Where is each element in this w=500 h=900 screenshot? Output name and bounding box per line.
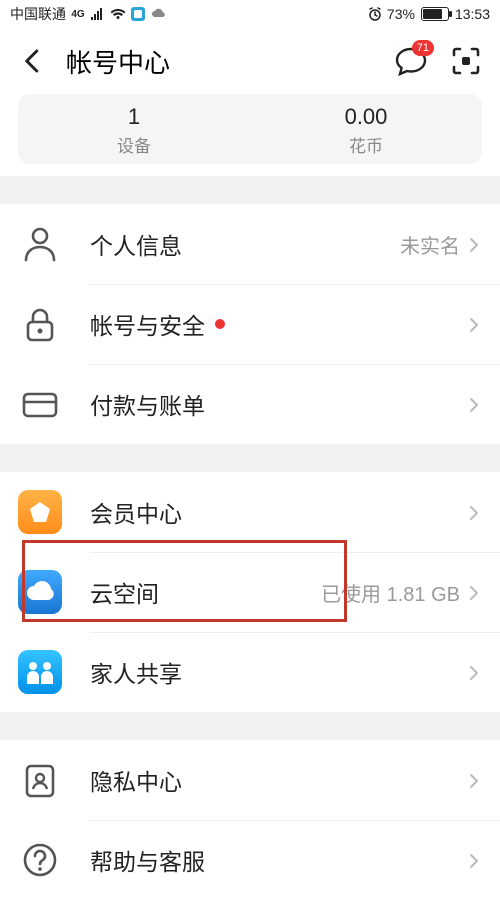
row-help-service[interactable]: 帮助与客服 bbox=[0, 820, 500, 900]
stat-devices-label: 设备 bbox=[18, 132, 250, 157]
chevron-right-icon bbox=[466, 664, 482, 680]
wifi-icon bbox=[110, 6, 126, 22]
list-section-services: 会员中心 云空间 已使用 1.81 GB 家人共享 bbox=[0, 472, 500, 712]
chevron-right-icon bbox=[466, 504, 482, 520]
row-family-share[interactable]: 家人共享 bbox=[0, 632, 500, 712]
row-payment-bills[interactable]: 付款与账单 bbox=[0, 364, 500, 444]
lock-icon bbox=[18, 302, 62, 346]
help-icon bbox=[18, 838, 62, 882]
chevron-right-icon bbox=[466, 396, 482, 412]
row-label: 家人共享 bbox=[90, 655, 182, 689]
row-label: 帐号与安全 bbox=[90, 307, 205, 341]
chevron-right-icon bbox=[466, 316, 482, 332]
row-label: 会员中心 bbox=[90, 495, 182, 529]
stat-devices[interactable]: 1 设备 bbox=[18, 94, 250, 164]
network-4g-icon: 4G bbox=[70, 6, 86, 22]
row-member-center[interactable]: 会员中心 bbox=[0, 472, 500, 552]
clock-label: 13:53 bbox=[455, 6, 490, 22]
stat-coins-value: 0.00 bbox=[250, 104, 482, 130]
stat-coins[interactable]: 0.00 花币 bbox=[250, 94, 482, 164]
alarm-icon bbox=[367, 6, 383, 22]
privacy-icon bbox=[18, 758, 62, 802]
signal-icon bbox=[90, 6, 106, 22]
app-tile-icon bbox=[130, 6, 146, 22]
row-label: 付款与账单 bbox=[90, 387, 205, 421]
list-section-account: 个人信息 未实名 帐号与安全 付款与账单 bbox=[0, 204, 500, 444]
battery-icon bbox=[421, 7, 449, 21]
stat-coins-label: 花币 bbox=[250, 132, 482, 157]
scan-button[interactable] bbox=[450, 45, 482, 77]
row-cloud-space[interactable]: 云空间 已使用 1.81 GB bbox=[0, 552, 500, 632]
carrier-label: 中国联通 bbox=[10, 4, 66, 24]
messages-button[interactable]: 71 bbox=[394, 44, 428, 78]
stats-panel: 1 设备 0.00 花币 bbox=[18, 94, 482, 164]
row-right-text: 已使用 1.81 GB bbox=[321, 578, 460, 607]
battery-pct-label: 73% bbox=[387, 6, 415, 22]
row-label: 个人信息 bbox=[90, 227, 182, 261]
cloud-sync-icon bbox=[150, 6, 166, 22]
row-label: 隐私中心 bbox=[90, 763, 182, 797]
stat-devices-value: 1 bbox=[18, 104, 250, 130]
row-label: 帮助与客服 bbox=[90, 843, 205, 877]
list-section-more: 隐私中心 帮助与客服 bbox=[0, 740, 500, 900]
row-right-text: 未实名 bbox=[400, 230, 460, 259]
cloud-app-icon bbox=[18, 570, 62, 614]
row-label: 云空间 bbox=[90, 575, 159, 609]
messages-badge: 71 bbox=[412, 40, 434, 56]
chevron-right-icon bbox=[466, 584, 482, 600]
back-button[interactable] bbox=[18, 46, 48, 76]
page-title: 帐号中心 bbox=[66, 43, 170, 80]
person-icon bbox=[18, 222, 62, 266]
alert-dot-icon bbox=[215, 319, 225, 329]
status-bar: 中国联通 4G 73% 13:53 bbox=[0, 0, 500, 28]
row-account-security[interactable]: 帐号与安全 bbox=[0, 284, 500, 364]
stats-panel-wrap: 1 设备 0.00 花币 bbox=[0, 94, 500, 176]
row-personal-info[interactable]: 个人信息 未实名 bbox=[0, 204, 500, 284]
family-app-icon bbox=[18, 650, 62, 694]
card-icon bbox=[18, 382, 62, 426]
member-app-icon bbox=[18, 490, 62, 534]
chevron-right-icon bbox=[466, 236, 482, 252]
chevron-right-icon bbox=[466, 772, 482, 788]
page-header: 帐号中心 71 bbox=[0, 28, 500, 94]
row-privacy-center[interactable]: 隐私中心 bbox=[0, 740, 500, 820]
